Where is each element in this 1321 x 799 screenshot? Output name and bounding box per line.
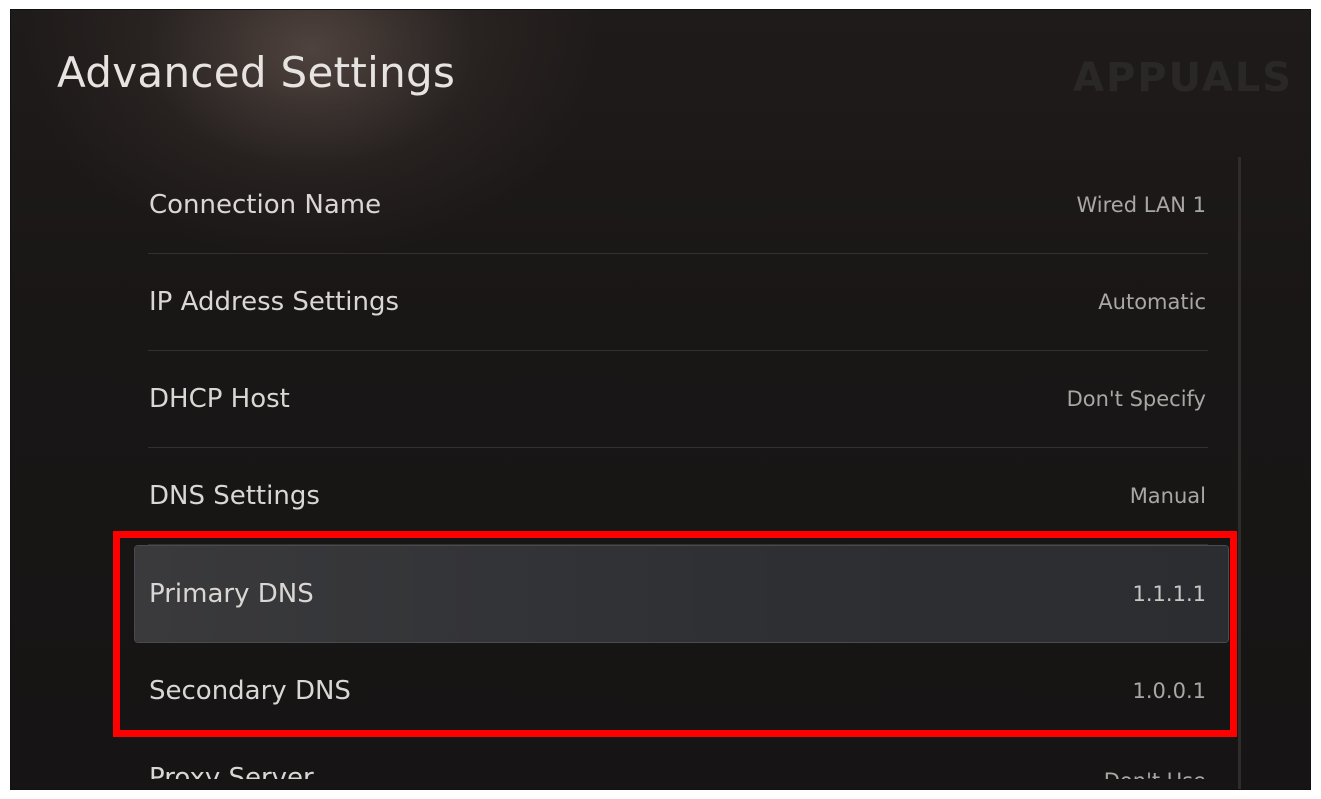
setting-value: 1.0.0.1 [1132, 678, 1206, 703]
appuals-watermark-logo: APPUALS [1073, 55, 1294, 101]
setting-row-primary-dns[interactable]: Primary DNS 1.1.1.1 [135, 545, 1228, 642]
setting-value: Don't Specify [1066, 387, 1206, 411]
setting-label: DNS Settings [149, 481, 320, 511]
settings-screen: Advanced Settings APPUALS Connection Nam… [10, 9, 1311, 790]
setting-value: Don't Use [1104, 769, 1206, 779]
setting-label: Primary DNS [149, 578, 314, 609]
page-title: Advanced Settings [57, 48, 456, 97]
setting-value: Wired LAN 1 [1076, 193, 1206, 217]
setting-row-secondary-dns[interactable]: Secondary DNS 1.0.0.1 [148, 642, 1208, 739]
setting-value: 1.1.1.1 [1132, 581, 1206, 606]
setting-row-proxy-server[interactable]: Proxy Server Don't Use [148, 739, 1208, 779]
scrollbar[interactable] [1238, 157, 1241, 789]
setting-value: Manual [1129, 484, 1206, 508]
setting-row-dhcp-host[interactable]: DHCP Host Don't Specify [148, 351, 1208, 448]
setting-row-connection-name[interactable]: Connection Name Wired LAN 1 [148, 157, 1208, 254]
setting-label: Connection Name [149, 190, 382, 220]
setting-label: Proxy Server [149, 763, 314, 779]
setting-value: Automatic [1098, 290, 1206, 314]
setting-row-dns-settings[interactable]: DNS Settings Manual [148, 448, 1208, 545]
setting-label: Secondary DNS [149, 675, 351, 706]
setting-row-ip-address-settings[interactable]: IP Address Settings Automatic [148, 254, 1208, 351]
setting-label: DHCP Host [149, 384, 290, 414]
setting-label: IP Address Settings [149, 287, 400, 317]
settings-list: Connection Name Wired LAN 1 IP Address S… [135, 157, 1228, 779]
